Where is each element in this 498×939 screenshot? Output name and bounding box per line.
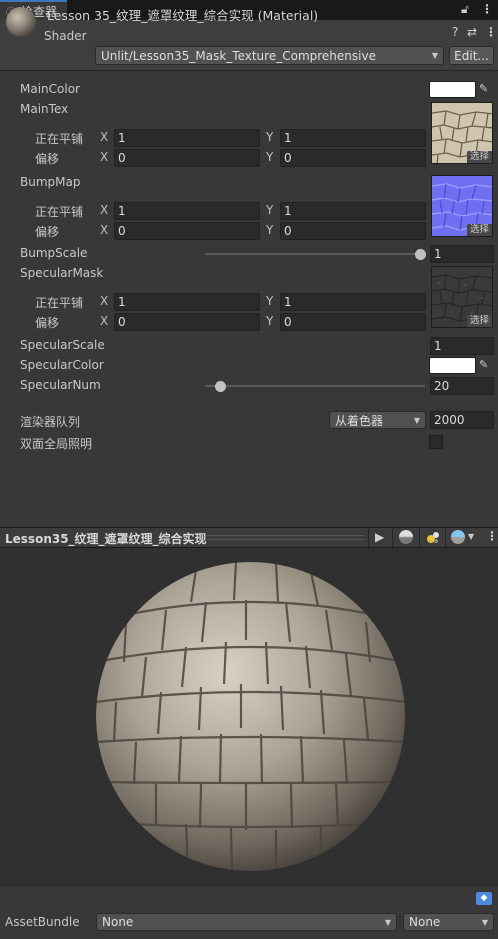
bump-map-thumbnail[interactable]: 选择	[431, 175, 493, 237]
specular-color-swatch[interactable]	[429, 357, 476, 374]
select-texture-button[interactable]: 选择	[466, 315, 492, 327]
main-tex-label: MainTex	[20, 102, 69, 116]
double-sided-gi-label: 双面全局照明	[20, 437, 93, 451]
chevron-down-icon: ▼	[384, 917, 391, 927]
offset-label: 偏移	[35, 316, 60, 330]
asset-bundle-label: AssetBundle	[5, 915, 80, 929]
material-icon	[6, 7, 36, 37]
tiling-label: 正在平铺	[35, 132, 84, 146]
axis-x-label: X	[100, 223, 109, 237]
specular-num-field[interactable]: 20	[430, 377, 494, 395]
specular-num-slider-handle[interactable]	[214, 381, 226, 392]
bump-map-offset-y[interactable]: 0	[280, 222, 426, 240]
eyedropper-icon[interactable]: ✎	[479, 82, 488, 95]
kebab-menu-icon[interactable]: ⋮	[485, 25, 497, 39]
bump-map-offset-x[interactable]: 0	[114, 222, 260, 240]
chevron-down-icon[interactable]: ▼	[468, 532, 474, 541]
specular-mask-thumbnail[interactable]: 选择	[431, 266, 493, 328]
render-queue-label: 渲染器队列	[20, 415, 81, 429]
axis-y-label: Y	[266, 130, 274, 144]
preview-drag-handle[interactable]	[207, 535, 365, 540]
shader-value: Unlit/Lesson35_Mask_Texture_Comprehensiv…	[101, 48, 376, 63]
main-color-label: MainColor	[20, 82, 80, 96]
offset-label: 偏移	[35, 152, 60, 166]
specular-mask-tiling-y[interactable]: 1	[280, 293, 426, 311]
axis-y-label: Y	[266, 203, 274, 217]
select-texture-button[interactable]: 选择	[466, 224, 492, 236]
lock-icon[interactable]: 🔓︎	[461, 2, 469, 17]
select-texture-button[interactable]: 选择	[466, 151, 492, 163]
divider	[368, 528, 369, 547]
shader-label: Shader	[44, 29, 87, 43]
main-tex-tiling-x[interactable]: 1	[114, 129, 260, 147]
kebab-menu-icon[interactable]: ⋮	[481, 2, 493, 16]
main-tex-thumbnail[interactable]: 选择	[431, 102, 493, 164]
material-preview-sphere[interactable]	[96, 562, 405, 871]
render-queue-dropdown[interactable]: 从着色器 ▼	[329, 411, 426, 429]
bump-scale-slider-track[interactable]	[205, 253, 420, 255]
offset-label: 偏移	[35, 225, 60, 239]
bump-map-tiling-x[interactable]: 1	[114, 202, 260, 220]
specular-num-slider-track[interactable]	[205, 385, 425, 387]
specular-color-label: SpecularColor	[20, 358, 104, 372]
axis-y-label: Y	[266, 150, 274, 164]
main-color-swatch[interactable]	[429, 81, 476, 98]
bump-scale-field[interactable]: 1	[430, 245, 494, 263]
divider	[445, 528, 446, 547]
render-queue-field[interactable]: 2000	[430, 411, 494, 429]
main-tex-tiling-y[interactable]: 1	[280, 129, 426, 147]
bump-map-label: BumpMap	[20, 175, 81, 189]
divider	[419, 528, 420, 547]
material-title: Lesson 35_纹理_遮罩纹理_综合实现 (Material)	[47, 8, 319, 23]
kebab-menu-icon[interactable]: ⋮	[486, 529, 498, 543]
axis-y-label: Y	[266, 294, 274, 308]
edit-shader-button[interactable]: Edit...	[449, 46, 494, 65]
preview-title: Lesson35_纹理_遮罩纹理_综合实现	[5, 532, 207, 546]
asset-bundle-variant-dropdown[interactable]: None ▼	[403, 913, 494, 931]
specular-mask-tiling-x[interactable]: 1	[114, 293, 260, 311]
specular-scale-field[interactable]: 1	[430, 337, 494, 355]
light-icon[interactable]	[426, 531, 440, 545]
tiling-label: 正在平铺	[35, 205, 84, 219]
chevron-down-icon: ▼	[413, 415, 420, 425]
bump-scale-label: BumpScale	[20, 246, 88, 260]
specular-mask-offset-x[interactable]: 0	[114, 313, 260, 331]
render-queue-mode: 从着色器	[335, 413, 384, 428]
axis-x-label: X	[100, 150, 109, 164]
asset-bundle-variant-value: None	[409, 915, 441, 929]
eyedropper-icon[interactable]: ✎	[479, 358, 488, 371]
main-tex-offset-x[interactable]: 0	[114, 149, 260, 167]
chevron-down-icon: ▼	[481, 917, 488, 927]
preview-background-icon[interactable]	[451, 530, 465, 544]
axis-x-label: X	[100, 203, 109, 217]
asset-bundle-name-dropdown[interactable]: None ▼	[96, 913, 397, 931]
shader-dropdown[interactable]: Unlit/Lesson35_Mask_Texture_Comprehensiv…	[95, 46, 444, 65]
specular-num-label: SpecularNum	[20, 378, 101, 392]
chevron-down-icon: ▼	[431, 51, 438, 60]
axis-y-label: Y	[266, 223, 274, 237]
bump-scale-slider-handle[interactable]	[414, 249, 426, 260]
axis-x-label: X	[100, 130, 109, 144]
double-sided-gi-checkbox[interactable]	[429, 435, 443, 449]
specular-mask-label: SpecularMask	[20, 266, 104, 280]
specular-scale-label: SpecularScale	[20, 338, 105, 352]
play-icon[interactable]: ▶	[375, 530, 384, 544]
main-tex-offset-y[interactable]: 0	[280, 149, 426, 167]
divider	[392, 528, 393, 547]
preset-icon[interactable]: ⇄	[467, 25, 477, 39]
axis-y-label: Y	[266, 314, 274, 328]
asset-bundle-name-value: None	[102, 915, 134, 929]
sphere-mesh-icon[interactable]	[399, 530, 413, 544]
tiling-label: 正在平铺	[35, 296, 84, 310]
specular-mask-offset-y[interactable]: 0	[280, 313, 426, 331]
bump-map-tiling-y[interactable]: 1	[280, 202, 426, 220]
asset-label-icon[interactable]: ◆	[476, 892, 492, 905]
axis-x-label: X	[100, 294, 109, 308]
axis-x-label: X	[100, 314, 109, 328]
help-icon[interactable]: ?	[452, 25, 458, 39]
